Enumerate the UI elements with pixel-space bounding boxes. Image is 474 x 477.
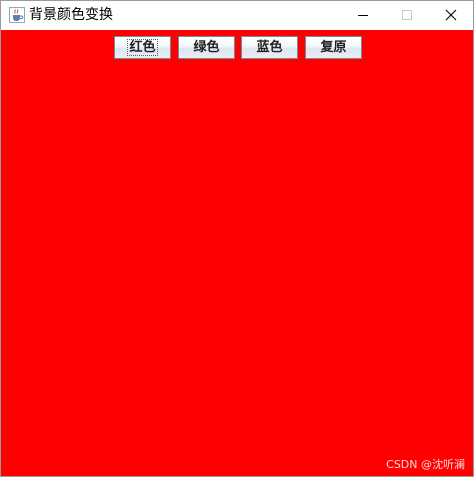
reset-button-label: 复原 — [320, 40, 347, 55]
blue-button[interactable]: 蓝色 — [241, 36, 298, 59]
reset-button[interactable]: 复原 — [305, 36, 362, 59]
color-panel: 红色 绿色 蓝色 复原 CSDN @沈听澜 — [1, 30, 473, 476]
title-bar[interactable]: 背景颜色变换 — [1, 1, 473, 30]
window-title: 背景颜色变换 — [29, 7, 113, 23]
close-icon — [445, 9, 457, 21]
maximize-icon — [402, 10, 412, 20]
watermark: CSDN @沈听澜 — [386, 458, 465, 471]
green-button-label: 绿色 — [193, 40, 220, 55]
java-cup-icon — [9, 7, 25, 23]
close-button[interactable] — [429, 1, 473, 30]
red-button-label: 红色 — [127, 39, 158, 56]
app-window: 背景颜色变换 红色 绿色 蓝色 复原 CSDN @沈听澜 — [0, 0, 474, 477]
green-button[interactable]: 绿色 — [178, 36, 235, 59]
red-button[interactable]: 红色 — [114, 36, 171, 59]
minimize-icon — [358, 15, 368, 16]
maximize-button[interactable] — [385, 1, 429, 30]
blue-button-label: 蓝色 — [256, 40, 283, 55]
minimize-button[interactable] — [341, 1, 385, 30]
